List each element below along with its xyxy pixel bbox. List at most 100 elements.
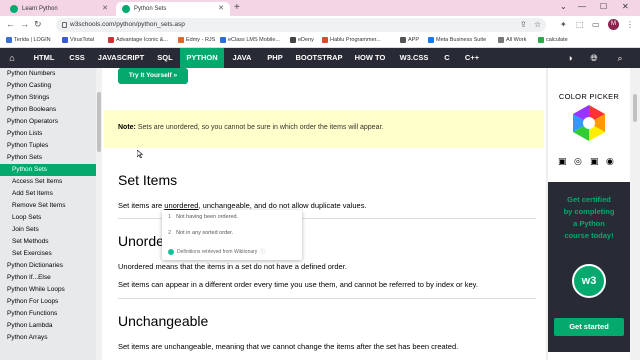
more-menu-icon[interactable]: ⋮ — [626, 20, 634, 29]
set-items-paragraph: Set items are unordered, unchangeable, a… — [118, 201, 367, 210]
tab-learn-python[interactable]: Learn Python ✕ — [4, 2, 114, 16]
search-icon[interactable]: ⌕ — [614, 52, 626, 64]
bookmark-item[interactable]: eClass LMS Mobile... — [220, 37, 280, 43]
bookmark-item[interactable]: VirusTotal — [62, 37, 94, 43]
sidebar-item-python-strings[interactable]: Python Strings — [0, 92, 96, 104]
sidebar-item-remove-set-items[interactable]: Remove Set Items — [0, 200, 96, 212]
new-tab-button[interactable]: + — [234, 2, 240, 13]
tab-search-icon[interactable]: ⌄ — [560, 2, 567, 11]
nav-sql[interactable]: SQL — [150, 48, 180, 68]
bookmark-favicon-icon — [220, 37, 226, 43]
sidebar-item-python-lambda[interactable]: Python Lambda — [0, 320, 96, 332]
sidebar-item-python-sets[interactable]: Python Sets — [0, 152, 96, 164]
home-icon[interactable]: ⌂ — [6, 52, 18, 64]
page-scroll-thumb[interactable] — [633, 94, 637, 122]
instagram-icon[interactable]: ◎ — [574, 156, 582, 167]
color-picker-hexagon-icon[interactable] — [570, 104, 608, 142]
tab-python-sets[interactable]: Python Sets ✕ — [116, 2, 230, 16]
sidebar-item-access-set-items[interactable]: Access Set Items — [0, 176, 96, 188]
nav-css[interactable]: CSS — [62, 48, 92, 68]
note-text: Sets are unordered, so you cannot be sur… — [135, 124, 384, 131]
sidebar-item-python-sets-active[interactable]: Python Sets — [0, 164, 96, 176]
nav-python[interactable]: PYTHON — [180, 48, 224, 68]
sidebar-item-python-arrays[interactable]: Python Arrays — [0, 332, 96, 344]
mouse-cursor-icon — [137, 150, 143, 158]
definition-number: 2 — [168, 230, 172, 236]
close-tab-icon[interactable]: ✕ — [102, 4, 108, 12]
bookmark-favicon-icon — [6, 37, 12, 43]
sidebar-scroll-thumb[interactable] — [97, 92, 101, 152]
bookmark-favicon-icon — [400, 37, 406, 43]
globe-icon[interactable]: 🌐︎ — [588, 52, 600, 64]
sidebar-item-set-methods[interactable]: Set Methods — [0, 236, 96, 248]
sidebar-item-join-sets[interactable]: Join Sets — [0, 224, 96, 236]
nav-cpp[interactable]: C++ — [458, 48, 486, 68]
bookmark-item[interactable]: Edmy - RJS — [178, 37, 215, 43]
bookmark-label: VirusTotal — [70, 37, 95, 43]
nav-how-to[interactable]: HOW TO — [348, 48, 392, 68]
reload-icon[interactable]: ↻ — [34, 19, 42, 30]
extension-icon[interactable]: ✦ — [560, 20, 567, 29]
share-icon[interactable]: ⇪ — [520, 20, 527, 29]
get-started-button[interactable]: Get started — [554, 318, 624, 336]
bookmark-item[interactable]: APP — [400, 37, 419, 43]
bookmark-label: eClass LMS Mobile... — [228, 37, 280, 43]
sidebar-item-python-if-else[interactable]: Python If...Else — [0, 272, 96, 284]
bookmark-item[interactable]: Hablu Programmer... — [322, 37, 381, 43]
bookmark-item[interactable]: eDeny — [290, 37, 314, 43]
nav-java[interactable]: JAVA — [224, 48, 260, 68]
nav-bootstrap[interactable]: BOOTSTRAP — [290, 48, 348, 68]
definition-source: Definitions retrieved from Wiktionary ⓘ — [168, 248, 265, 255]
close-window-icon[interactable]: ✕ — [622, 2, 629, 11]
nav-javascript[interactable]: JAVASCRIPT — [92, 48, 150, 68]
sidebar-item-python-casting[interactable]: Python Casting — [0, 80, 96, 92]
profile-avatar[interactable]: M — [608, 19, 619, 30]
sidebar-item-python-while-loops[interactable]: Python While Loops — [0, 284, 96, 296]
bookmark-item[interactable]: Terida | LOGIN — [6, 37, 51, 43]
unordered-word[interactable]: unordered — [164, 201, 198, 210]
bookmark-item[interactable]: Meta Business Suite — [428, 37, 486, 43]
facebook-icon[interactable]: ▣ — [558, 156, 567, 167]
set-items-heading: Set Items — [118, 172, 178, 188]
maximize-icon[interactable]: ☐ — [600, 2, 607, 11]
sidebar-item-python-lists[interactable]: Python Lists — [0, 128, 96, 140]
discord-icon[interactable]: ◉ — [606, 156, 614, 167]
page-scrollbar[interactable] — [630, 68, 640, 360]
bookmark-item[interactable]: calculate — [538, 37, 568, 43]
puzzle-icon[interactable]: ⬚ — [576, 20, 584, 29]
try-it-yourself-button[interactable]: Try It Yourself » — [118, 68, 188, 84]
sidebar-item-python-functions[interactable]: Python Functions — [0, 308, 96, 320]
certification-ad: Get certified by completing a Python cou… — [548, 182, 630, 352]
dark-mode-icon[interactable]: ◑ — [564, 52, 576, 64]
minimize-icon[interactable]: — — [578, 2, 586, 11]
nav-w3css[interactable]: W3.CSS — [392, 48, 436, 68]
nav-c[interactable]: C — [436, 48, 458, 68]
bookmarks-bar: Terida | LOGIN VirusTotal Advantage Icon… — [0, 34, 640, 48]
linkedin-icon[interactable]: ▣ — [590, 156, 599, 167]
nav-html[interactable]: HTML — [26, 48, 62, 68]
bookmark-favicon-icon — [108, 37, 114, 43]
bookmark-favicon-icon — [538, 37, 544, 43]
sidebar-item-python-for-loops[interactable]: Python For Loops — [0, 296, 96, 308]
lock-icon[interactable] — [62, 22, 67, 28]
close-tab-icon[interactable]: ✕ — [218, 4, 224, 12]
sidebar-toggle-icon[interactable]: ▭ — [592, 20, 600, 29]
color-picker-title[interactable]: COLOR PICKER — [548, 92, 630, 101]
sidebar-item-python-booleans[interactable]: Python Booleans — [0, 104, 96, 116]
forward-icon[interactable]: → — [20, 19, 29, 29]
sidebar-item-loop-sets[interactable]: Loop Sets — [0, 212, 96, 224]
nav-php[interactable]: PHP — [260, 48, 290, 68]
sidebar-item-python-numbers[interactable]: Python Numbers — [0, 68, 96, 80]
w3schools-favicon-icon — [122, 5, 130, 13]
sidebar-item-python-tuples[interactable]: Python Tuples — [0, 140, 96, 152]
star-icon[interactable]: ☆ — [534, 20, 541, 29]
info-icon[interactable]: ⓘ — [260, 248, 265, 255]
bookmark-item[interactable]: Advantage Iconic &... — [108, 37, 168, 43]
sidebar-item-python-dictionaries[interactable]: Python Dictionaries — [0, 260, 96, 272]
url-input[interactable]: w3schools.com/python/python_sets.asp — [56, 18, 546, 32]
bookmark-item[interactable]: All Work — [498, 37, 526, 43]
back-icon[interactable]: ← — [6, 19, 15, 29]
sidebar-item-add-set-items[interactable]: Add Set Items — [0, 188, 96, 200]
sidebar-item-python-operators[interactable]: Python Operators — [0, 116, 96, 128]
sidebar-item-set-exercises[interactable]: Set Exercises — [0, 248, 96, 260]
